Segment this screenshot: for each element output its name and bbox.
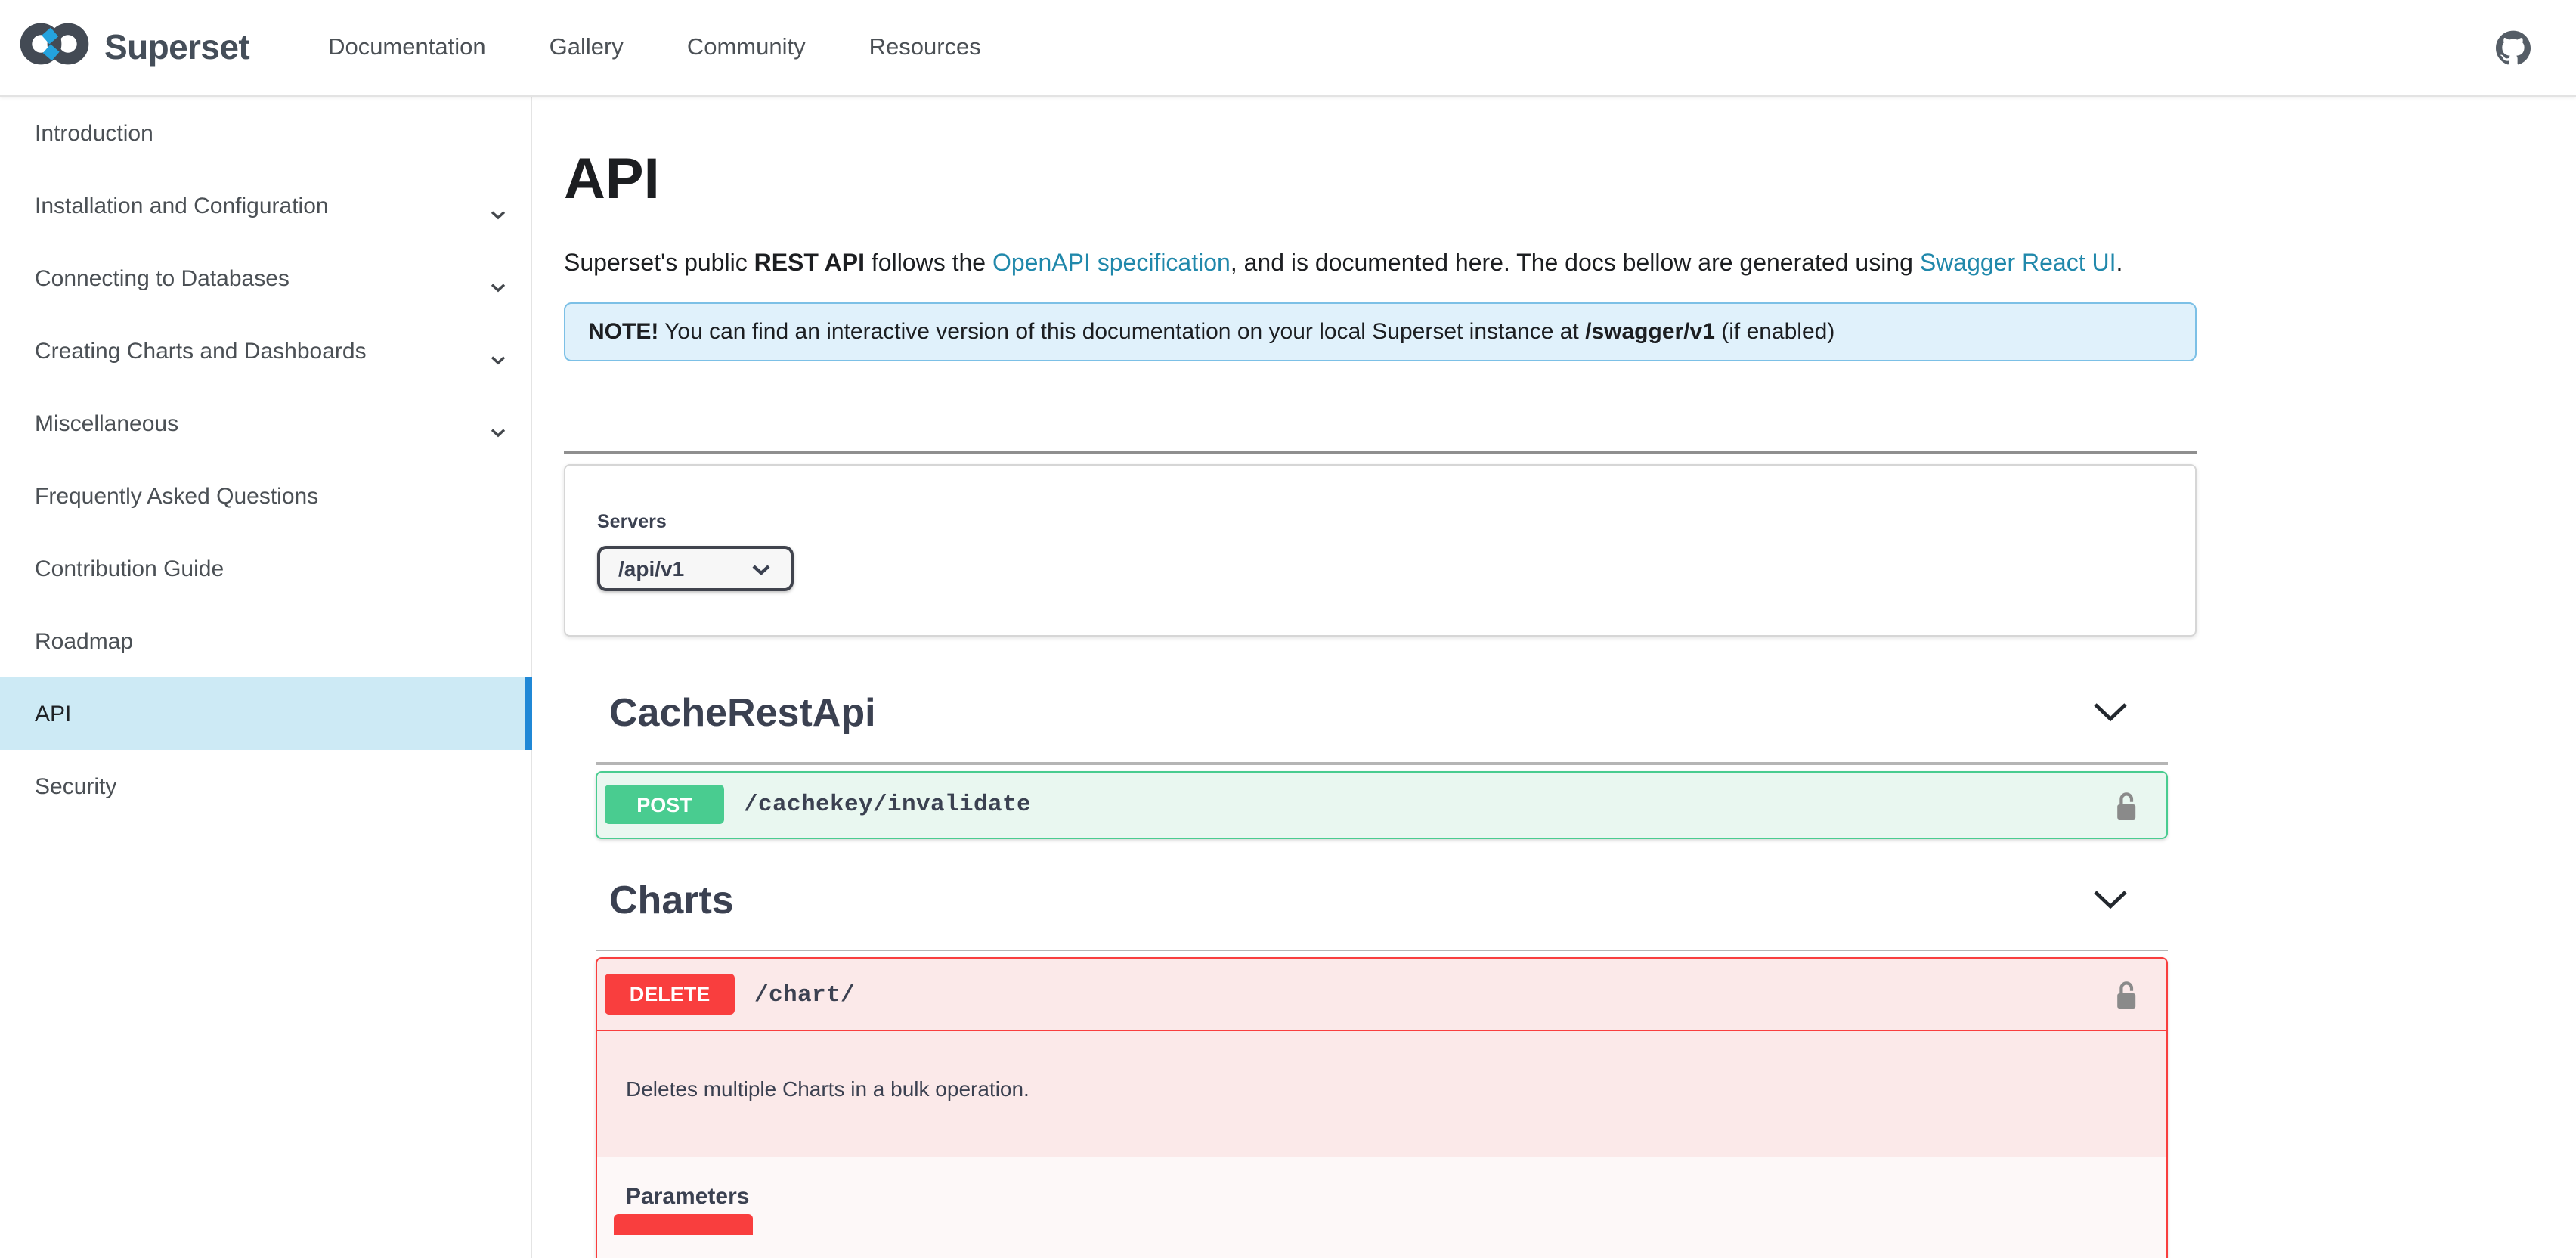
chevron-down-icon (490, 274, 506, 299)
main-content: API Superset's public REST API follows t… (532, 97, 2576, 1258)
sidebar-item-label: Frequently Asked Questions (35, 483, 318, 509)
chevron-down-icon (490, 201, 506, 227)
note-label: NOTE! (588, 319, 658, 345)
note-text: You can find an interactive version of t… (658, 319, 1585, 345)
tag-title: Charts (609, 876, 734, 922)
chevron-down-icon (751, 556, 771, 581)
sidebar-item-miscellaneous[interactable]: Miscellaneous (0, 387, 531, 460)
intro-paragraph: Superset's public REST API follows the O… (564, 245, 2197, 283)
sidebar-item-label: API (35, 701, 71, 727)
viewport: Superset Documentation Gallery Community… (0, 0, 2576, 1258)
sidebar-item-introduction[interactable]: Introduction (0, 97, 531, 169)
intro-text: , and is documented here. The docs bello… (1231, 251, 1920, 277)
nav-documentation[interactable]: Documentation (328, 34, 486, 61)
sidebar-item-creating-charts-and-dashboards[interactable]: Creating Charts and Dashboards (0, 314, 531, 387)
top-navbar: Superset Documentation Gallery Community… (0, 0, 2576, 97)
note-swagger-path: /swagger/v1 (1585, 319, 1715, 345)
swagger-ui: CacheRestApi POST /cachekey/invalidate (596, 689, 2168, 1258)
red-button-partial[interactable] (614, 1214, 753, 1235)
superset-docs-page: Superset Documentation Gallery Community… (0, 0, 2576, 1258)
tag-header-charts[interactable]: Charts (596, 876, 2168, 923)
sidebar-item-connecting-to-databases[interactable]: Connecting to Databases (0, 242, 531, 314)
servers-label: Servers (597, 511, 2195, 532)
swagger-react-ui-link[interactable]: Swagger React UI (1920, 251, 2116, 277)
endpoint-path[interactable]: /chart/ (754, 981, 855, 1008)
intro-text: follows the (865, 251, 992, 277)
parameters-section: Parameters (597, 1157, 2166, 1258)
tag-header-cacherestapi[interactable]: CacheRestApi (596, 689, 2168, 736)
sidebar-item-label: Miscellaneous (35, 411, 178, 436)
post-method-button[interactable]: POST (605, 785, 724, 824)
sidebar-item-contribution-guide[interactable]: Contribution Guide (0, 532, 531, 605)
tag-underline (596, 949, 2168, 951)
operation-description: Deletes multiple Charts in a bulk operat… (597, 1031, 2166, 1157)
sidebar-item-label: Contribution Guide (35, 556, 224, 581)
tag-underline (596, 762, 2168, 764)
sidebar-item-label: Connecting to Databases (35, 265, 289, 291)
opblock-delete-chart: DELETE /chart/ Deletes multiple Charts i… (596, 957, 2168, 1258)
unlock-icon[interactable] (2115, 790, 2138, 828)
intro-text: Superset's public (564, 251, 754, 277)
docs-sidebar: Introduction Installation and Configurat… (0, 97, 532, 1258)
delete-method-button[interactable]: DELETE (605, 974, 735, 1015)
nav-gallery[interactable]: Gallery (550, 34, 624, 61)
unlock-icon[interactable] (2115, 980, 2138, 1018)
note-callout: NOTE! You can find an interactive versio… (564, 302, 2197, 361)
page-title: API (564, 147, 2197, 213)
nav-resources[interactable]: Resources (869, 34, 981, 61)
sidebar-item-installation-and-configuration[interactable]: Installation and Configuration (0, 169, 531, 242)
opblock-post-cachekey-invalidate: POST /cachekey/invalidate (596, 770, 2168, 838)
note-text: (if enabled) (1715, 319, 1834, 345)
intro-text: . (2116, 251, 2123, 277)
brand-name: Superset (104, 27, 249, 68)
sidebar-item-frequently-asked-questions[interactable]: Frequently Asked Questions (0, 460, 531, 532)
endpoint-path[interactable]: /cachekey/invalidate (744, 791, 1031, 818)
intro-bold-rest-api: REST API (754, 251, 865, 277)
tag-title: CacheRestApi (609, 689, 876, 735)
sidebar-item-label: Creating Charts and Dashboards (35, 338, 367, 364)
sidebar-item-label: Security (35, 773, 116, 799)
brand-home-link[interactable]: Superset (17, 17, 249, 79)
main-nav: Documentation Gallery Community Resource… (328, 34, 981, 61)
sidebar-item-security[interactable]: Security (0, 750, 531, 823)
superset-logo-icon (17, 17, 92, 79)
nav-community[interactable]: Community (687, 34, 806, 61)
openapi-spec-link[interactable]: OpenAPI specification (992, 251, 1231, 277)
parameters-title: Parameters (626, 1184, 2166, 1210)
chevron-down-icon[interactable] (2092, 888, 2129, 917)
servers-select[interactable]: /api/v1 (597, 546, 794, 591)
chevron-down-icon (490, 419, 506, 445)
opblock-summary[interactable]: DELETE /chart/ (597, 959, 2166, 1031)
sidebar-item-roadmap[interactable]: Roadmap (0, 605, 531, 677)
sidebar-item-api[interactable]: API (0, 677, 531, 750)
sidebar-item-label: Installation and Configuration (35, 193, 329, 218)
opblock-summary[interactable]: POST /cachekey/invalidate (597, 772, 2166, 837)
github-icon[interactable] (2496, 30, 2531, 65)
servers-selected-value: /api/v1 (618, 556, 684, 581)
sidebar-item-label: Introduction (35, 120, 153, 146)
servers-card: Servers /api/v1 (564, 464, 2197, 637)
chevron-down-icon[interactable] (2092, 702, 2129, 730)
section-divider (564, 451, 2197, 454)
chevron-down-icon (490, 346, 506, 372)
sidebar-item-label: Roadmap (35, 628, 133, 654)
